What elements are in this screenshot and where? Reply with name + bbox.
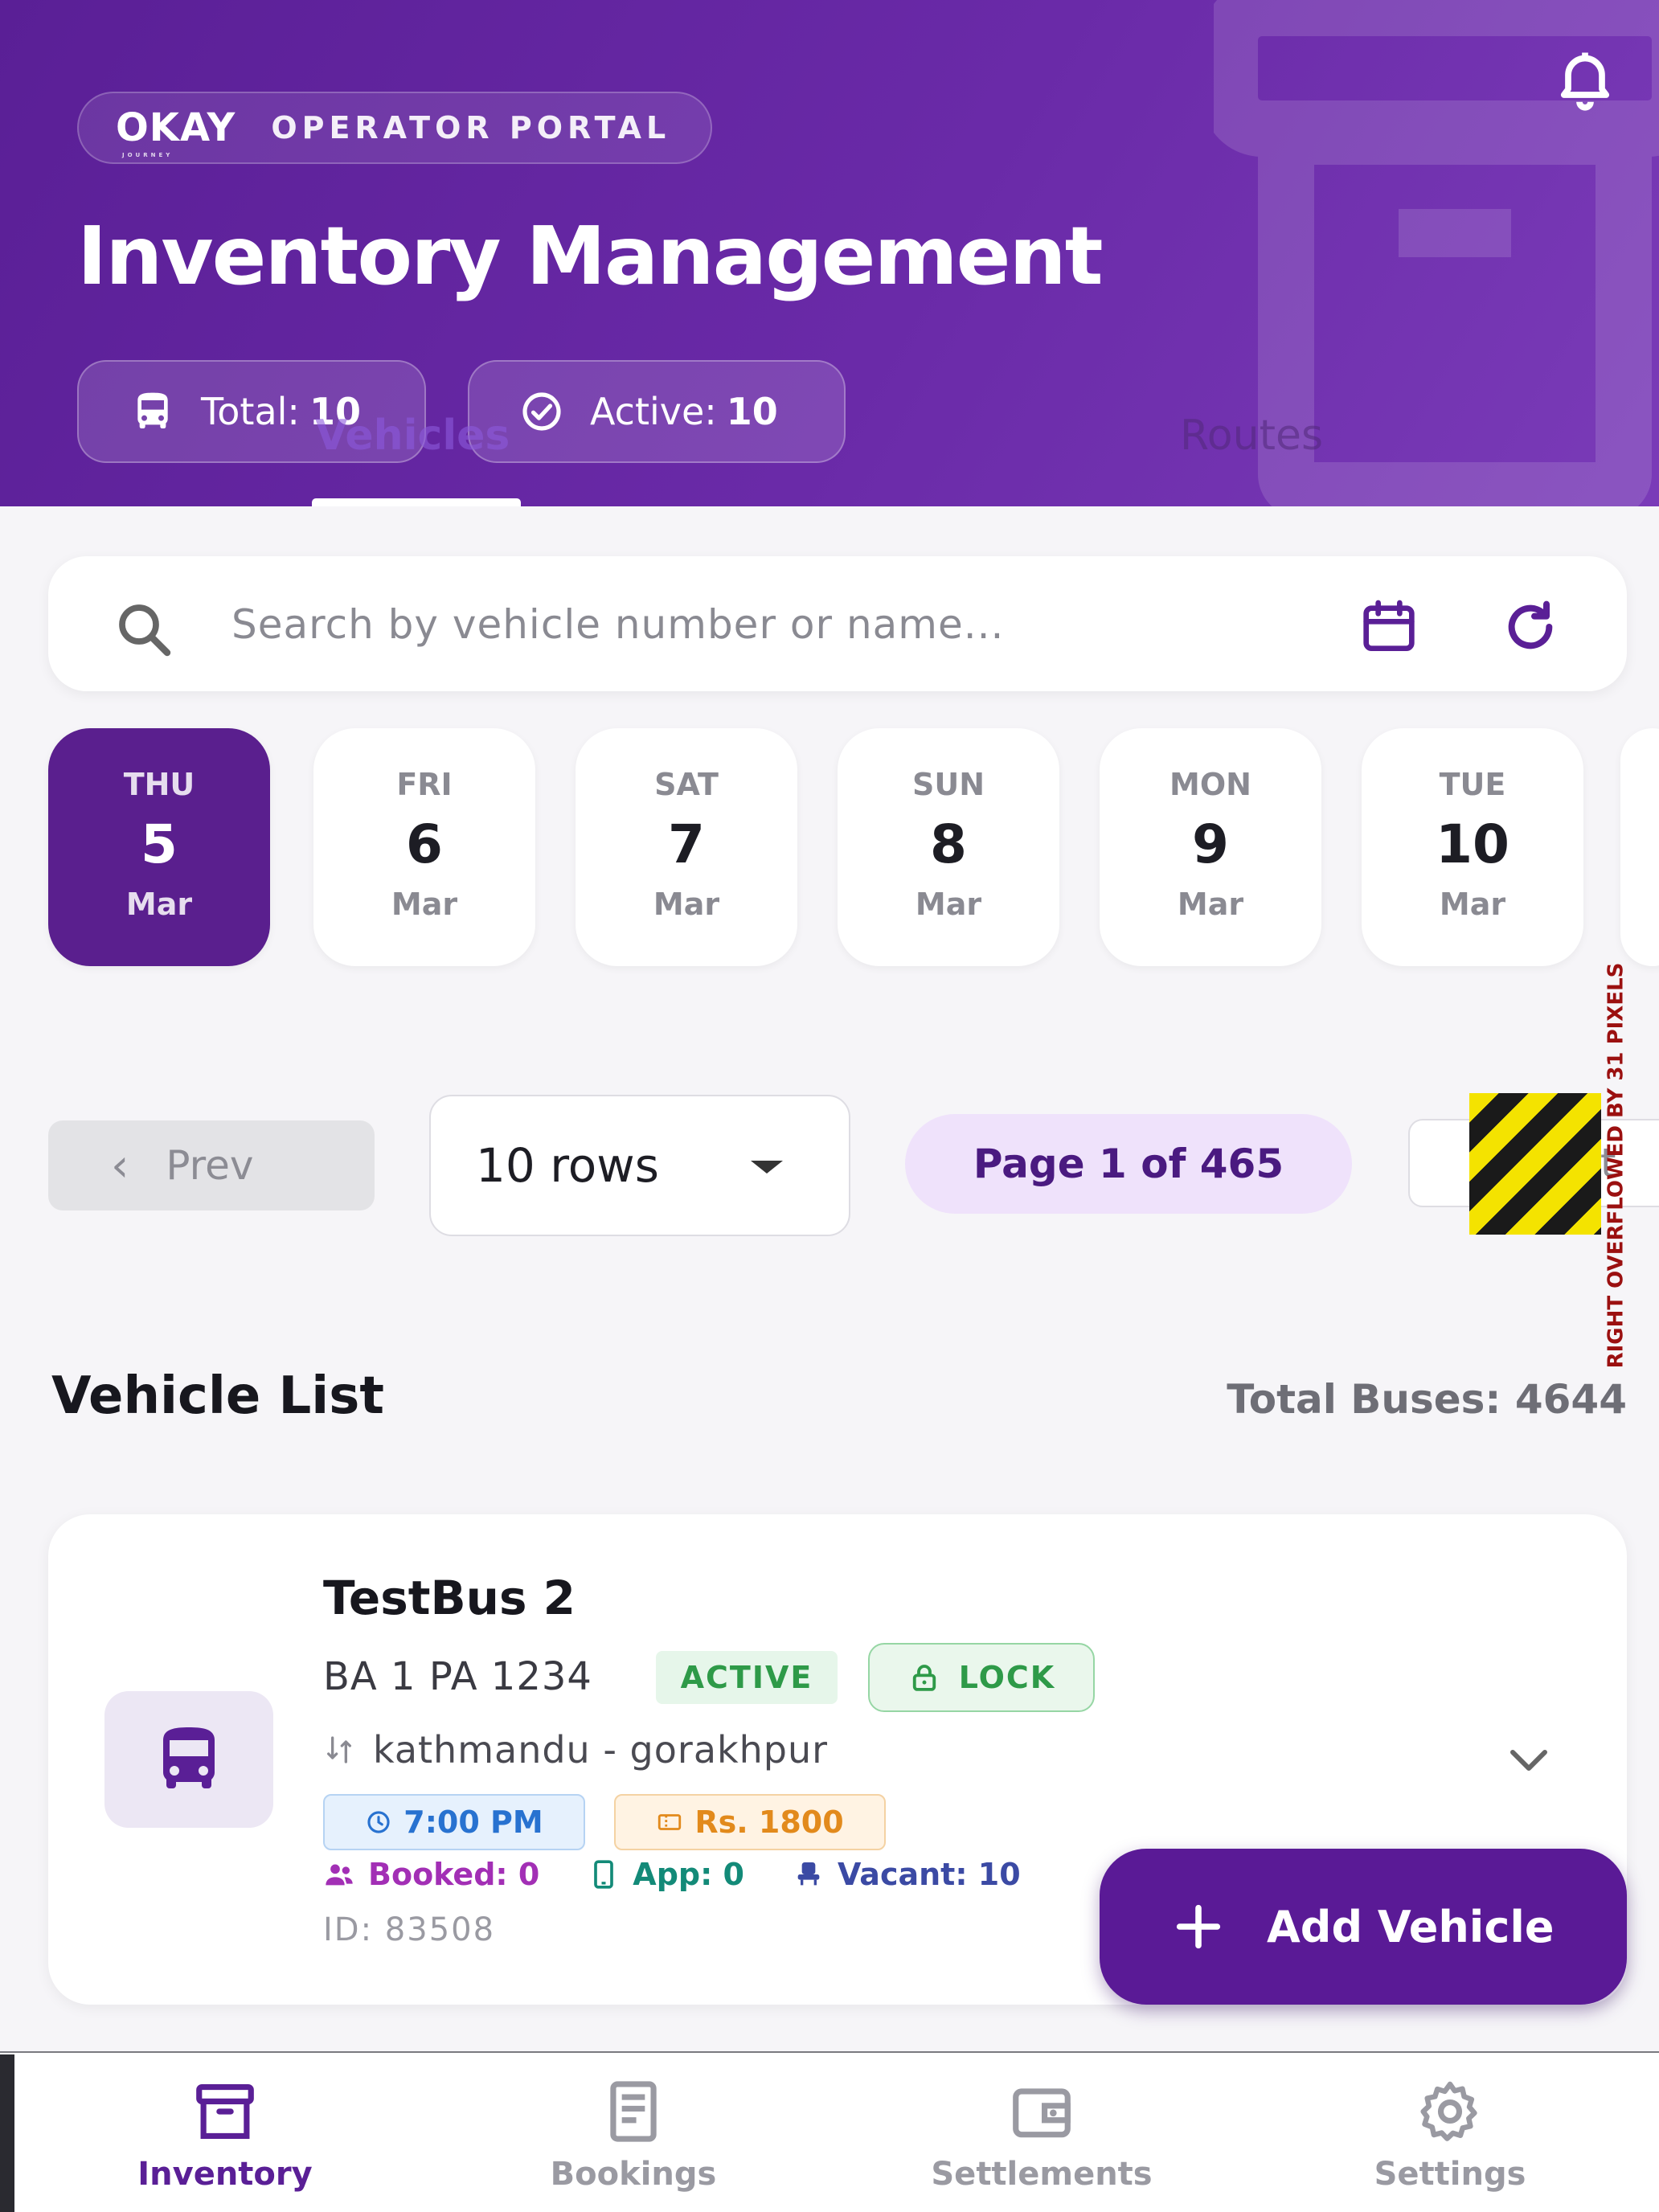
add-vehicle-button[interactable]: Add Vehicle [1100, 1849, 1627, 2005]
vehicle-avatar [104, 1691, 273, 1828]
overflow-warning-stripes [1469, 1093, 1601, 1235]
bus-icon [137, 392, 168, 428]
fare-badge: Rs. 1800 [614, 1794, 886, 1850]
brand-pill: OKAY JOURNEY OPERATOR PORTAL [77, 92, 712, 164]
date-chip-tue-10[interactable]: TUE 10 Mar [1362, 728, 1583, 966]
calendar-icon[interactable] [1357, 595, 1421, 659]
clock-icon [367, 1811, 390, 1833]
tab-routes[interactable]: Routes [1180, 412, 1323, 460]
vehicle-list-title: Vehicle List [51, 1366, 384, 1426]
search-input[interactable] [231, 596, 1292, 653]
seat-stats-row: Booked: 0 App: 0 Vacant: 10 [323, 1857, 1069, 1892]
total-buses-count: Total Buses: 4644 [1227, 1376, 1627, 1423]
ticket-icon [658, 1814, 682, 1830]
chevron-left-icon: ‹ [111, 1139, 129, 1192]
portal-label: OPERATOR PORTAL [271, 110, 671, 145]
gear-icon [1420, 2081, 1477, 2141]
route-icon [327, 1736, 351, 1763]
status-badge: ACTIVE [656, 1651, 838, 1704]
brand-logo: OKAY JOURNEY [116, 105, 236, 158]
refresh-icon[interactable] [1498, 595, 1563, 659]
date-chip-sat-7[interactable]: SAT 7 Mar [576, 728, 797, 966]
rows-per-page-select[interactable]: 10 rows [429, 1095, 850, 1236]
date-chip-mon-9[interactable]: MON 9 Mar [1100, 728, 1321, 966]
chevron-down-icon[interactable] [1505, 1741, 1553, 1780]
wallet-icon [1013, 2088, 1071, 2138]
check-circle-icon [522, 392, 561, 431]
app-stat: App: 0 [588, 1857, 744, 1892]
date-chip-thu-5[interactable]: THU 5 Mar [48, 728, 270, 966]
vehicle-number: BA 1 PA 1234 [323, 1654, 592, 1699]
nav-bookings[interactable]: Bookings [473, 2077, 794, 2206]
vehicle-route: kathmandu - gorakhpur [323, 1728, 828, 1772]
lock-button[interactable]: LOCK [868, 1643, 1095, 1712]
nav-settings[interactable]: Settings [1289, 2077, 1611, 2206]
vehicle-name: TestBus 2 [323, 1571, 576, 1625]
active-stat-badge: Active: 10 [468, 360, 846, 463]
phone-icon [594, 1860, 614, 1889]
vehicle-id: ID: 83508 [323, 1911, 496, 1948]
departure-time-badge: 7:00 PM [323, 1794, 585, 1850]
receipt-icon [610, 2081, 657, 2142]
overflow-warning-text: RIGHT OVERFLOWED BY 31 PIXELS [1604, 962, 1628, 1369]
vacant-stat: Vacant: 10 [793, 1857, 1021, 1892]
date-chip-partial[interactable] [1620, 728, 1659, 966]
app-header: OKAY JOURNEY OPERATOR PORTAL Inventory Ma… [0, 0, 1659, 506]
plus-icon [1176, 1904, 1221, 1949]
tab-indicator [312, 498, 521, 506]
archive-icon [196, 2083, 254, 2140]
bus-icon [163, 1727, 215, 1788]
caret-down-icon [751, 1161, 783, 1174]
people-icon [326, 1864, 353, 1886]
page-title: Inventory Management [77, 209, 1104, 303]
lock-icon [912, 1665, 936, 1691]
prev-button[interactable]: ‹ Prev [48, 1120, 375, 1210]
search-icon [119, 604, 171, 657]
tab-vehicles[interactable]: Vehicles [315, 412, 510, 460]
nav-inventory[interactable]: Inventory [64, 2077, 386, 2206]
date-chip-sun-8[interactable]: SUN 8 Mar [838, 728, 1059, 966]
date-chip-fri-6[interactable]: FRI 6 Mar [313, 728, 535, 966]
booked-stat: Booked: 0 [323, 1857, 539, 1892]
bell-icon[interactable] [1551, 44, 1619, 112]
seat-icon [797, 1862, 820, 1886]
nav-settlements[interactable]: Settlements [881, 2077, 1202, 2206]
page-indicator: Page 1 of 465 [905, 1114, 1352, 1214]
window-edge [0, 2054, 14, 2212]
